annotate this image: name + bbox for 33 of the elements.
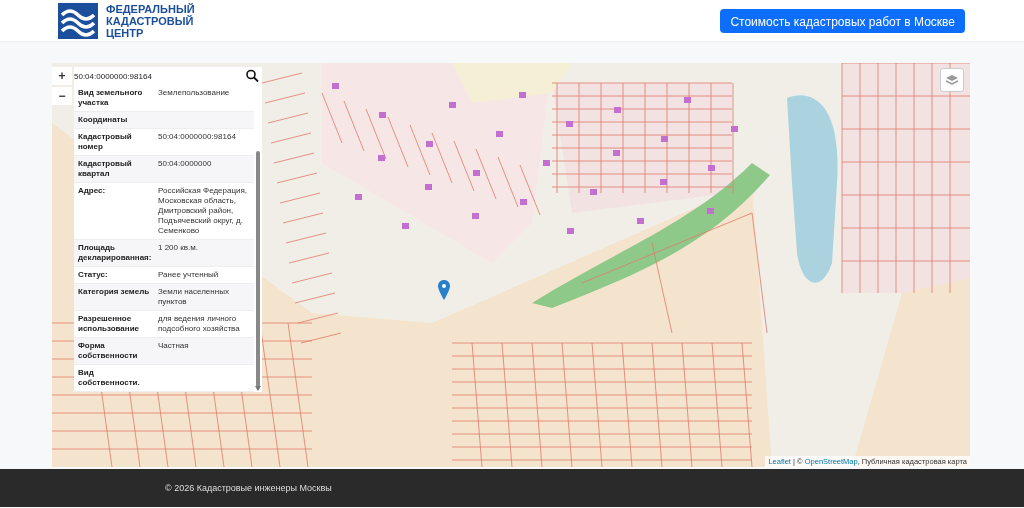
field-label: Статус: [78,270,109,280]
logo-text: КАДАСТРОВЫЙ [106,14,195,27]
layers-button[interactable] [940,68,964,92]
field-label: Вид земельного участка [78,88,144,108]
field-label: Категория земель [78,287,151,298]
field-label: Кадастровый номер [78,132,133,152]
field-value: для ведения личного подсобного хозяйства [158,314,241,334]
field-label: Кадастровый квартал [78,159,133,179]
section-heading: Координаты [78,115,129,125]
map-pin-icon[interactable] [438,280,450,300]
field-label: Форма собственности [78,341,139,361]
field-value: Российская Федерация, Московская область, Дмитровский район, Подъячевский округ, д. Семенково [158,186,249,236]
field-value: 1 200 кв.м. [158,243,199,254]
scrollbar-thumb[interactable] [256,151,260,387]
field-label: Вид собственности. [78,368,141,388]
logo-text: ФЕДЕРАЛЬНЫЙ [106,2,195,15]
layers-icon [945,74,959,86]
field-label: Адрес: [78,186,107,197]
field-label: Площадь декларированная: [78,243,153,263]
zoom-in-button[interactable]: + [52,67,72,85]
field-value: Ранее учтенный [158,270,220,280]
field-value: 50:04:0000000 [158,159,213,170]
field-value: 50:04:0000000:98164 [158,132,237,143]
scroll-down-icon[interactable] [255,386,261,391]
field-value: Земли населенных пунктов [158,287,230,307]
field-value: Частная [158,341,190,352]
cost-button[interactable]: Стоимость кадастровых работ в Москве [720,8,965,33]
search-field[interactable]: 50:04:0000000:98164 [74,67,243,85]
field-value: Землепользование [158,88,231,99]
zoom-out-button[interactable]: − [52,87,72,105]
logo-text: ЦЕНТР [106,26,144,39]
copyright-text: © 2026 Кадастровые инженеры Москвы [165,483,332,493]
field-label: Разрешенное использование [78,314,140,334]
